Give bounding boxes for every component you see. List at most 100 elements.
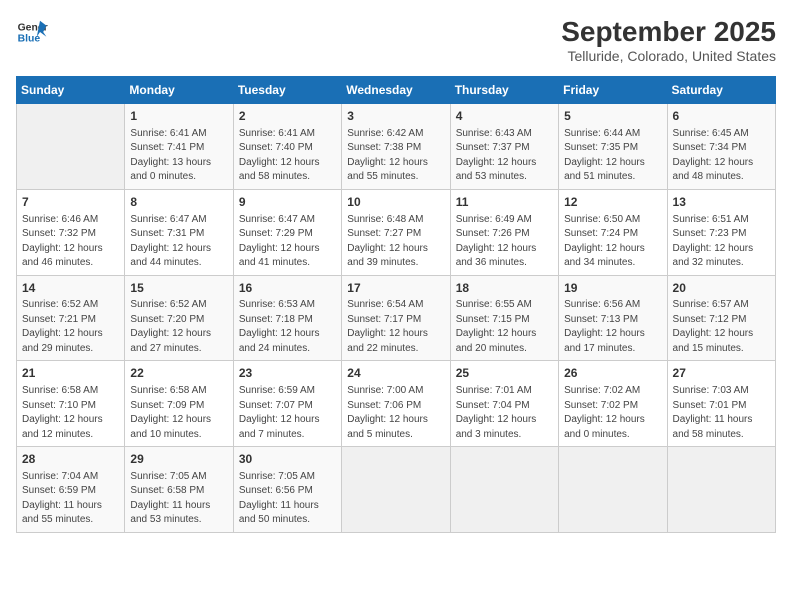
day-number: 20 — [673, 280, 770, 297]
day-info: Sunrise: 6:41 AMSunset: 7:41 PMDaylight:… — [130, 127, 227, 185]
calendar-cell: 4 Sunrise: 6:43 AMSunset: 7:37 PMDaylight… — [450, 104, 558, 190]
day-info: Sunrise: 6:46 AMSunset: 7:32 PMDaylight:… — [22, 213, 119, 271]
calendar-cell: 10 Sunrise: 6:48 AMSunset: 7:27 PMDayligh… — [342, 189, 450, 275]
day-number: 17 — [347, 280, 444, 297]
day-number: 22 — [130, 365, 227, 382]
day-number: 18 — [456, 280, 553, 297]
logo: General Blue — [16, 16, 48, 48]
day-number: 26 — [564, 365, 661, 382]
day-info: Sunrise: 6:50 AMSunset: 7:24 PMDaylight:… — [564, 213, 661, 271]
day-number: 10 — [347, 194, 444, 211]
day-number: 3 — [347, 108, 444, 125]
calendar-header: Sunday Monday Tuesday Wednesday Thursday… — [17, 77, 776, 104]
day-info: Sunrise: 6:52 AMSunset: 7:20 PMDaylight:… — [130, 298, 227, 356]
calendar-week-row: 28Sunrise: 7:04 AMSunset: 6:59 PMDayligh… — [17, 447, 776, 533]
day-info: Sunrise: 6:58 AMSunset: 7:10 PMDaylight:… — [22, 384, 119, 442]
logo-icon: General Blue — [16, 16, 48, 48]
calendar-cell: 1 Sunrise: 6:41 AMSunset: 7:41 PMDaylight… — [125, 104, 233, 190]
calendar-body: 1 Sunrise: 6:41 AMSunset: 7:41 PMDaylight… — [17, 104, 776, 533]
calendar-cell: 28Sunrise: 7:04 AMSunset: 6:59 PMDayligh… — [17, 447, 125, 533]
header-sunday: Sunday — [17, 77, 125, 104]
day-number: 24 — [347, 365, 444, 382]
day-info: Sunrise: 6:47 AMSunset: 7:29 PMDaylight:… — [239, 213, 336, 271]
day-info: Sunrise: 6:55 AMSunset: 7:15 PMDaylight:… — [456, 298, 553, 356]
calendar-cell: 7 Sunrise: 6:46 AMSunset: 7:32 PMDaylight… — [17, 189, 125, 275]
day-info: Sunrise: 6:54 AMSunset: 7:17 PMDaylight:… — [347, 298, 444, 356]
calendar-subtitle: Telluride, Colorado, United States — [561, 48, 776, 64]
calendar-cell: 24 Sunrise: 7:00 AMSunset: 7:06 PMDayligh… — [342, 361, 450, 447]
calendar-cell: 19Sunrise: 6:56 AMSunset: 7:13 PMDayligh… — [559, 275, 667, 361]
day-info: Sunrise: 7:04 AMSunset: 6:59 PMDaylight:… — [22, 470, 119, 528]
day-number: 25 — [456, 365, 553, 382]
day-info: Sunrise: 6:43 AMSunset: 7:37 PMDaylight:… — [456, 127, 553, 185]
calendar-week-row: 1 Sunrise: 6:41 AMSunset: 7:41 PMDaylight… — [17, 104, 776, 190]
page-header: General Blue September 2025 Telluride, C… — [16, 16, 776, 64]
day-info: Sunrise: 6:58 AMSunset: 7:09 PMDaylight:… — [130, 384, 227, 442]
day-number: 9 — [239, 194, 336, 211]
day-info: Sunrise: 6:48 AMSunset: 7:27 PMDaylight:… — [347, 213, 444, 271]
day-info: Sunrise: 6:44 AMSunset: 7:35 PMDaylight:… — [564, 127, 661, 185]
calendar-cell: 23 Sunrise: 6:59 AMSunset: 7:07 PMDayligh… — [233, 361, 341, 447]
calendar-table: Sunday Monday Tuesday Wednesday Thursday… — [16, 76, 776, 533]
day-info: Sunrise: 7:00 AMSunset: 7:06 PMDaylight:… — [347, 384, 444, 442]
calendar-week-row: 7 Sunrise: 6:46 AMSunset: 7:32 PMDaylight… — [17, 189, 776, 275]
calendar-cell: 8Sunrise: 6:47 AMSunset: 7:31 PMDaylight… — [125, 189, 233, 275]
day-info: Sunrise: 6:51 AMSunset: 7:23 PMDaylight:… — [673, 213, 770, 271]
calendar-cell: 6 Sunrise: 6:45 AMSunset: 7:34 PMDaylight… — [667, 104, 775, 190]
day-number: 1 — [130, 108, 227, 125]
day-info: Sunrise: 6:59 AMSunset: 7:07 PMDaylight:… — [239, 384, 336, 442]
calendar-cell: 9 Sunrise: 6:47 AMSunset: 7:29 PMDaylight… — [233, 189, 341, 275]
day-number: 23 — [239, 365, 336, 382]
day-number: 13 — [673, 194, 770, 211]
calendar-cell: 16Sunrise: 6:53 AMSunset: 7:18 PMDayligh… — [233, 275, 341, 361]
day-number: 29 — [130, 451, 227, 468]
calendar-cell: 13 Sunrise: 6:51 AMSunset: 7:23 PMDayligh… — [667, 189, 775, 275]
title-area: September 2025 Telluride, Colorado, Unit… — [561, 16, 776, 64]
weekday-header-row: Sunday Monday Tuesday Wednesday Thursday… — [17, 77, 776, 104]
calendar-cell — [559, 447, 667, 533]
day-info: Sunrise: 7:02 AMSunset: 7:02 PMDaylight:… — [564, 384, 661, 442]
calendar-cell: 17Sunrise: 6:54 AMSunset: 7:17 PMDayligh… — [342, 275, 450, 361]
day-number: 5 — [564, 108, 661, 125]
calendar-cell: 5 Sunrise: 6:44 AMSunset: 7:35 PMDaylight… — [559, 104, 667, 190]
day-number: 4 — [456, 108, 553, 125]
calendar-cell: 18Sunrise: 6:55 AMSunset: 7:15 PMDayligh… — [450, 275, 558, 361]
day-number: 7 — [22, 194, 119, 211]
day-number: 2 — [239, 108, 336, 125]
calendar-cell: 11Sunrise: 6:49 AMSunset: 7:26 PMDayligh… — [450, 189, 558, 275]
calendar-cell: 27Sunrise: 7:03 AMSunset: 7:01 PMDayligh… — [667, 361, 775, 447]
calendar-title: September 2025 — [561, 16, 776, 48]
day-info: Sunrise: 6:42 AMSunset: 7:38 PMDaylight:… — [347, 127, 444, 185]
day-info: Sunrise: 6:45 AMSunset: 7:34 PMDaylight:… — [673, 127, 770, 185]
day-info: Sunrise: 7:05 AMSunset: 6:56 PMDaylight:… — [239, 470, 336, 528]
day-info: Sunrise: 7:01 AMSunset: 7:04 PMDaylight:… — [456, 384, 553, 442]
day-info: Sunrise: 7:03 AMSunset: 7:01 PMDaylight:… — [673, 384, 770, 442]
svg-text:Blue: Blue — [18, 34, 41, 45]
calendar-cell: 30Sunrise: 7:05 AMSunset: 6:56 PMDayligh… — [233, 447, 341, 533]
header-tuesday: Tuesday — [233, 77, 341, 104]
day-number: 16 — [239, 280, 336, 297]
calendar-cell: 26 Sunrise: 7:02 AMSunset: 7:02 PMDayligh… — [559, 361, 667, 447]
calendar-cell: 14Sunrise: 6:52 AMSunset: 7:21 PMDayligh… — [17, 275, 125, 361]
calendar-cell: 3 Sunrise: 6:42 AMSunset: 7:38 PMDaylight… — [342, 104, 450, 190]
day-number: 8 — [130, 194, 227, 211]
calendar-cell — [342, 447, 450, 533]
calendar-cell: 12 Sunrise: 6:50 AMSunset: 7:24 PMDayligh… — [559, 189, 667, 275]
calendar-week-row: 14Sunrise: 6:52 AMSunset: 7:21 PMDayligh… — [17, 275, 776, 361]
calendar-cell — [667, 447, 775, 533]
day-info: Sunrise: 6:57 AMSunset: 7:12 PMDaylight:… — [673, 298, 770, 356]
header-monday: Monday — [125, 77, 233, 104]
day-number: 6 — [673, 108, 770, 125]
day-info: Sunrise: 7:05 AMSunset: 6:58 PMDaylight:… — [130, 470, 227, 528]
day-info: Sunrise: 6:53 AMSunset: 7:18 PMDaylight:… — [239, 298, 336, 356]
header-thursday: Thursday — [450, 77, 558, 104]
day-number: 14 — [22, 280, 119, 297]
header-saturday: Saturday — [667, 77, 775, 104]
day-info: Sunrise: 6:52 AMSunset: 7:21 PMDaylight:… — [22, 298, 119, 356]
header-friday: Friday — [559, 77, 667, 104]
day-number: 11 — [456, 194, 553, 211]
calendar-cell: 22 Sunrise: 6:58 AMSunset: 7:09 PMDayligh… — [125, 361, 233, 447]
calendar-cell: 29 Sunrise: 7:05 AMSunset: 6:58 PMDayligh… — [125, 447, 233, 533]
day-number: 12 — [564, 194, 661, 211]
calendar-cell: 20Sunrise: 6:57 AMSunset: 7:12 PMDayligh… — [667, 275, 775, 361]
